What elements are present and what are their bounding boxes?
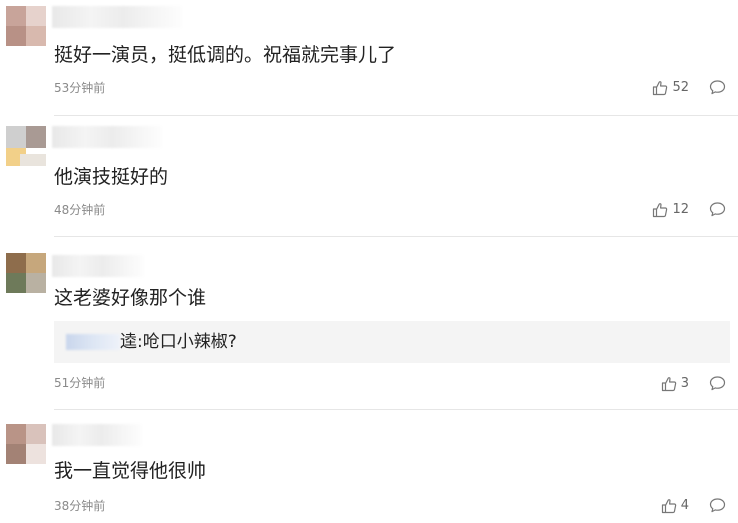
- comment-bubble-icon[interactable]: [709, 497, 726, 514]
- comment-bubble-icon[interactable]: [709, 79, 726, 96]
- like-button[interactable]: 52: [652, 80, 689, 96]
- avatar[interactable]: [6, 126, 46, 166]
- avatar-pixel: [26, 126, 46, 148]
- avatar[interactable]: [6, 253, 46, 293]
- comment-actions: 4: [661, 497, 726, 514]
- avatar-pixel: [26, 6, 46, 26]
- comment-text: 他演技挺好的: [54, 166, 169, 188]
- avatar-pixel: [6, 424, 26, 444]
- like-count: 52: [672, 80, 689, 95]
- comment-item: 挺好一演员，挺低调的。祝福就完事儿了 53分钟前 52: [0, 0, 738, 115]
- avatar-pixel: [6, 444, 26, 464]
- comment-time: 51分钟前: [54, 376, 106, 390]
- avatar-pixel: [6, 253, 26, 273]
- username-blurred[interactable]: [52, 126, 162, 148]
- like-button[interactable]: 12: [652, 202, 689, 218]
- avatar[interactable]: [6, 6, 46, 46]
- comment-time: 53分钟前: [54, 81, 106, 95]
- username-blurred[interactable]: [52, 424, 142, 446]
- avatar-pixel: [26, 444, 46, 464]
- comment-actions: 3: [661, 375, 726, 392]
- like-button[interactable]: 4: [661, 498, 689, 514]
- avatar-pixel: [26, 424, 46, 444]
- comment-text: 我一直觉得他很帅: [54, 460, 207, 482]
- reply-preview[interactable]: 逵:呛口小辣椒?: [54, 321, 730, 363]
- like-button[interactable]: 3: [661, 376, 689, 392]
- comment-list: 挺好一演员，挺低调的。祝福就完事儿了 53分钟前 52 他演技挺好的 48分钟前: [0, 0, 738, 523]
- like-count: 4: [680, 498, 689, 513]
- comment-text: 这老婆好像那个谁: [54, 287, 207, 309]
- avatar-pixel: [6, 6, 26, 26]
- like-count: 3: [680, 376, 689, 391]
- comment-time: 38分钟前: [54, 499, 106, 513]
- thumbs-up-icon: [653, 80, 668, 95]
- reply-text: 逵:呛口小辣椒?: [120, 332, 237, 352]
- avatar-pixel: [6, 273, 26, 293]
- avatar[interactable]: [6, 424, 46, 464]
- avatar-pixel: [6, 126, 26, 148]
- thumbs-up-icon: [661, 376, 676, 391]
- avatar-pixel: [26, 253, 46, 273]
- thumbs-up-icon: [661, 498, 676, 513]
- avatar-pixel: [26, 273, 46, 293]
- comment-time: 48分钟前: [54, 203, 106, 217]
- avatar-pixel: [20, 154, 46, 166]
- comment-item: 这老婆好像那个谁 逵:呛口小辣椒? 51分钟前 3: [0, 237, 738, 409]
- comment-actions: 12: [652, 201, 726, 218]
- comment-actions: 52: [652, 79, 726, 96]
- comment-item: 他演技挺好的 48分钟前 12: [0, 116, 738, 236]
- username-blurred[interactable]: [52, 6, 182, 28]
- comment-item: 我一直觉得他很帅 38分钟前 4: [0, 410, 738, 523]
- reply-username-blurred[interactable]: [66, 334, 120, 350]
- comment-bubble-icon[interactable]: [709, 201, 726, 218]
- like-count: 12: [672, 202, 689, 217]
- avatar-pixel: [26, 26, 46, 46]
- avatar-pixel: [6, 26, 26, 46]
- thumbs-up-icon: [653, 202, 668, 217]
- comment-bubble-icon[interactable]: [709, 375, 726, 392]
- comment-text: 挺好一演员，挺低调的。祝福就完事儿了: [54, 44, 397, 66]
- username-blurred[interactable]: [52, 255, 144, 277]
